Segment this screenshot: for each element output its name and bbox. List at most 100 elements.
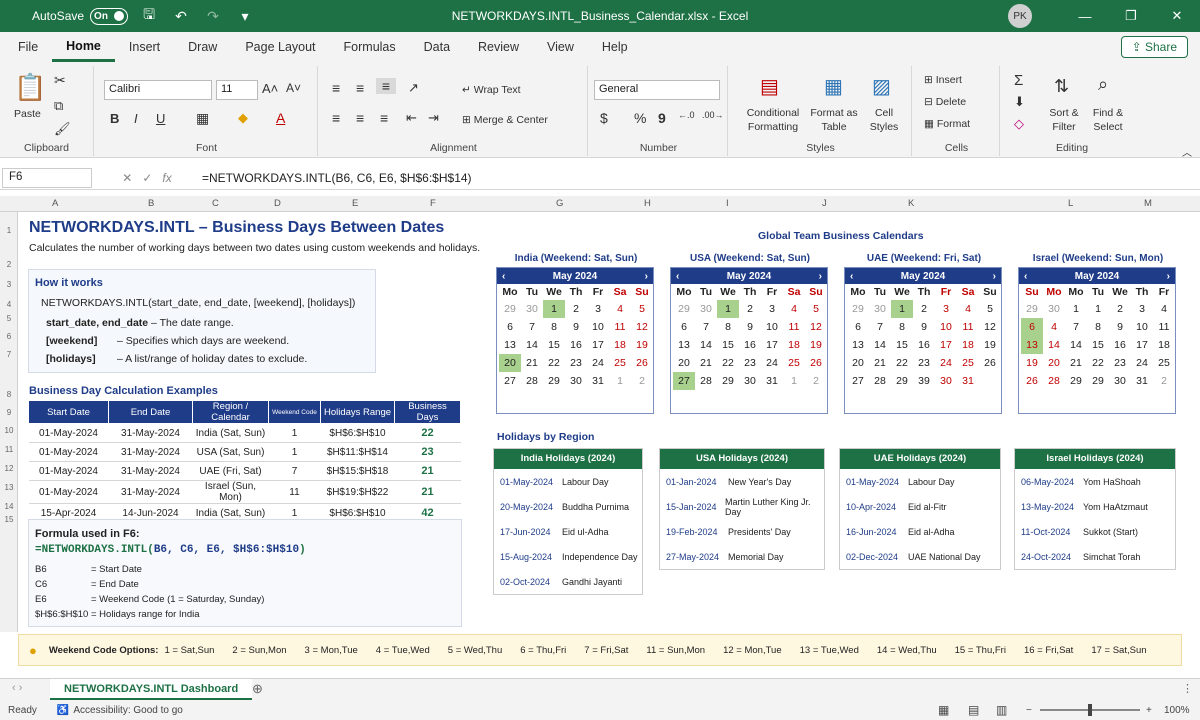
calendar-date[interactable]: 31 [587,372,609,390]
cell[interactable]: 1 [268,423,321,443]
calendar-date[interactable]: 22 [891,354,913,372]
column-header[interactable]: M [1144,198,1152,209]
increase-decimal-icon[interactable]: ←.0 [678,110,695,120]
holiday-row[interactable]: 27-May-2024 Memorial Day [660,544,824,569]
row-header[interactable]: 4 [0,300,18,309]
next-month-icon[interactable]: › [1167,271,1170,282]
paste-button[interactable]: Paste [14,108,41,120]
calendar-date[interactable]: 26 [1021,372,1043,390]
calendar-date[interactable]: 5 [979,300,1001,318]
calendar-date[interactable]: 25 [1153,354,1175,372]
calendar-date[interactable]: 31 [1131,372,1153,390]
calendar-date[interactable]: 28 [1043,372,1065,390]
column-header[interactable]: J [822,198,827,209]
calendar-date[interactable]: 10 [1131,318,1153,336]
calendar-date[interactable]: 25 [957,354,979,372]
row-header[interactable]: 7 [0,350,18,359]
calendar-date[interactable]: 18 [1153,336,1175,354]
row-header[interactable]: 3 [0,280,18,289]
holiday-row[interactable]: 13-May-2024 Yom HaAtzmaut [1015,494,1175,519]
decrease-font-icon[interactable]: A˅ [286,81,301,95]
calendar-date[interactable]: 29 [847,300,869,318]
calendar-date[interactable]: 26 [631,354,653,372]
menu-help[interactable]: Help [588,32,642,62]
calendar-date[interactable]: 1 [543,300,565,318]
calendar-date[interactable]: 13 [847,336,869,354]
page-layout-view-icon[interactable]: ▤ [968,703,979,717]
calendar-date[interactable]: 3 [761,300,783,318]
column-header[interactable]: I [726,198,729,209]
calendar-date[interactable]: 30 [869,300,891,318]
clear-icon[interactable]: ◇ [1014,116,1024,132]
align-left-icon[interactable]: ≡ [332,110,340,126]
menu-home[interactable]: Home [52,32,115,62]
calendar-date[interactable]: 15 [717,336,739,354]
calendar-date[interactable]: 29 [1087,372,1109,390]
fill-color-icon[interactable]: ◆ [238,110,248,126]
calendar-date[interactable]: 1 [891,300,913,318]
column-header[interactable]: C [212,198,219,209]
calendar-date[interactable]: 15 [543,336,565,354]
calendar-date[interactable]: 29 [673,300,695,318]
calendar-date[interactable]: 23 [913,354,935,372]
cell[interactable]: $H$19:$H$22 [320,480,395,504]
calendar-date[interactable]: 6 [1021,318,1043,336]
row-header[interactable]: 12 [0,464,18,473]
decrease-indent-icon[interactable]: ⇤ [406,110,417,126]
next-month-icon[interactable]: › [993,271,996,282]
holiday-row[interactable]: 06-May-2024 Yom HaShoah [1015,469,1175,494]
calendar-date[interactable]: 10 [587,318,609,336]
calendar-date[interactable]: 21 [521,354,543,372]
cell[interactable]: 01-May-2024 [28,442,109,462]
calendar-date[interactable]: 14 [521,336,543,354]
calendar-date[interactable]: 2 [805,372,827,390]
calendar-date[interactable]: 30 [565,372,587,390]
borders-icon[interactable]: ▦ [196,110,209,127]
cell[interactable]: $H$11:$H$14 [320,442,395,462]
zoom-slider[interactable] [1040,704,1140,716]
align-right-icon[interactable]: ≡ [380,110,388,126]
calendar-date[interactable]: 18 [609,336,631,354]
calendar-date[interactable]: 5 [631,300,653,318]
calendar-date[interactable]: 4 [957,300,979,318]
cell[interactable]: 22 [394,423,461,443]
column-header[interactable]: F [430,198,436,209]
table-row[interactable]: 01-May-2024 31-May-2024 USA (Sat, Sun) 1 $H$… [28,442,461,462]
calendar-date[interactable]: 17 [761,336,783,354]
font-color-icon[interactable]: A [276,110,285,126]
column-header[interactable]: A [52,198,58,209]
calendar-date[interactable]: 1 [1087,300,1109,318]
bold-button[interactable]: B [110,111,119,126]
calendar-date[interactable]: 29 [499,300,521,318]
prev-month-icon[interactable]: ‹ [676,271,679,282]
holiday-row[interactable]: 01-May-2024 Labour Day [840,469,1000,494]
merge-center-button[interactable]: ⊞ Merge & Center [462,114,548,126]
menu-page-layout[interactable]: Page Layout [231,32,329,62]
share-button[interactable]: ⇪ Share [1120,36,1188,58]
calendar-date[interactable]: 6 [499,318,521,336]
cell[interactable]: 31-May-2024 [108,480,193,504]
holiday-row[interactable]: 15-Jan-2024 Martin Luther King Jr. Day [660,494,824,519]
save-icon[interactable]: 🖫 [138,4,160,28]
align-bottom-icon[interactable]: ≡ [376,78,396,94]
table-row[interactable]: 01-May-2024 31-May-2024 India (Sat, Sun) 1 $… [28,423,461,443]
cell[interactable]: 21 [394,480,461,504]
cell[interactable]: 31-May-2024 [108,461,193,481]
tab-nav-icons[interactable]: ‹ › [12,682,22,694]
normal-view-icon[interactable]: ▦ [938,703,949,717]
avatar[interactable]: PK [1008,4,1032,28]
menu-review[interactable]: Review [464,32,533,62]
align-middle-icon[interactable]: ≡ [356,80,364,96]
calendar-date[interactable]: 11 [609,318,631,336]
row-header[interactable]: 10 [0,426,18,435]
column-header[interactable]: D [274,198,281,209]
row-header[interactable]: 11 [0,445,18,454]
row-header[interactable]: 15 [0,515,18,524]
menu-insert[interactable]: Insert [115,32,174,62]
collapse-ribbon-icon[interactable]: ︿ [1182,144,1192,159]
holiday-row[interactable]: 01-Jan-2024 New Year's Day [660,469,824,494]
increase-indent-icon[interactable]: ⇥ [428,110,439,126]
calendar-date[interactable]: 9 [1109,318,1131,336]
calendar-date[interactable]: 24 [761,354,783,372]
calendar-date[interactable]: 27 [847,372,869,390]
